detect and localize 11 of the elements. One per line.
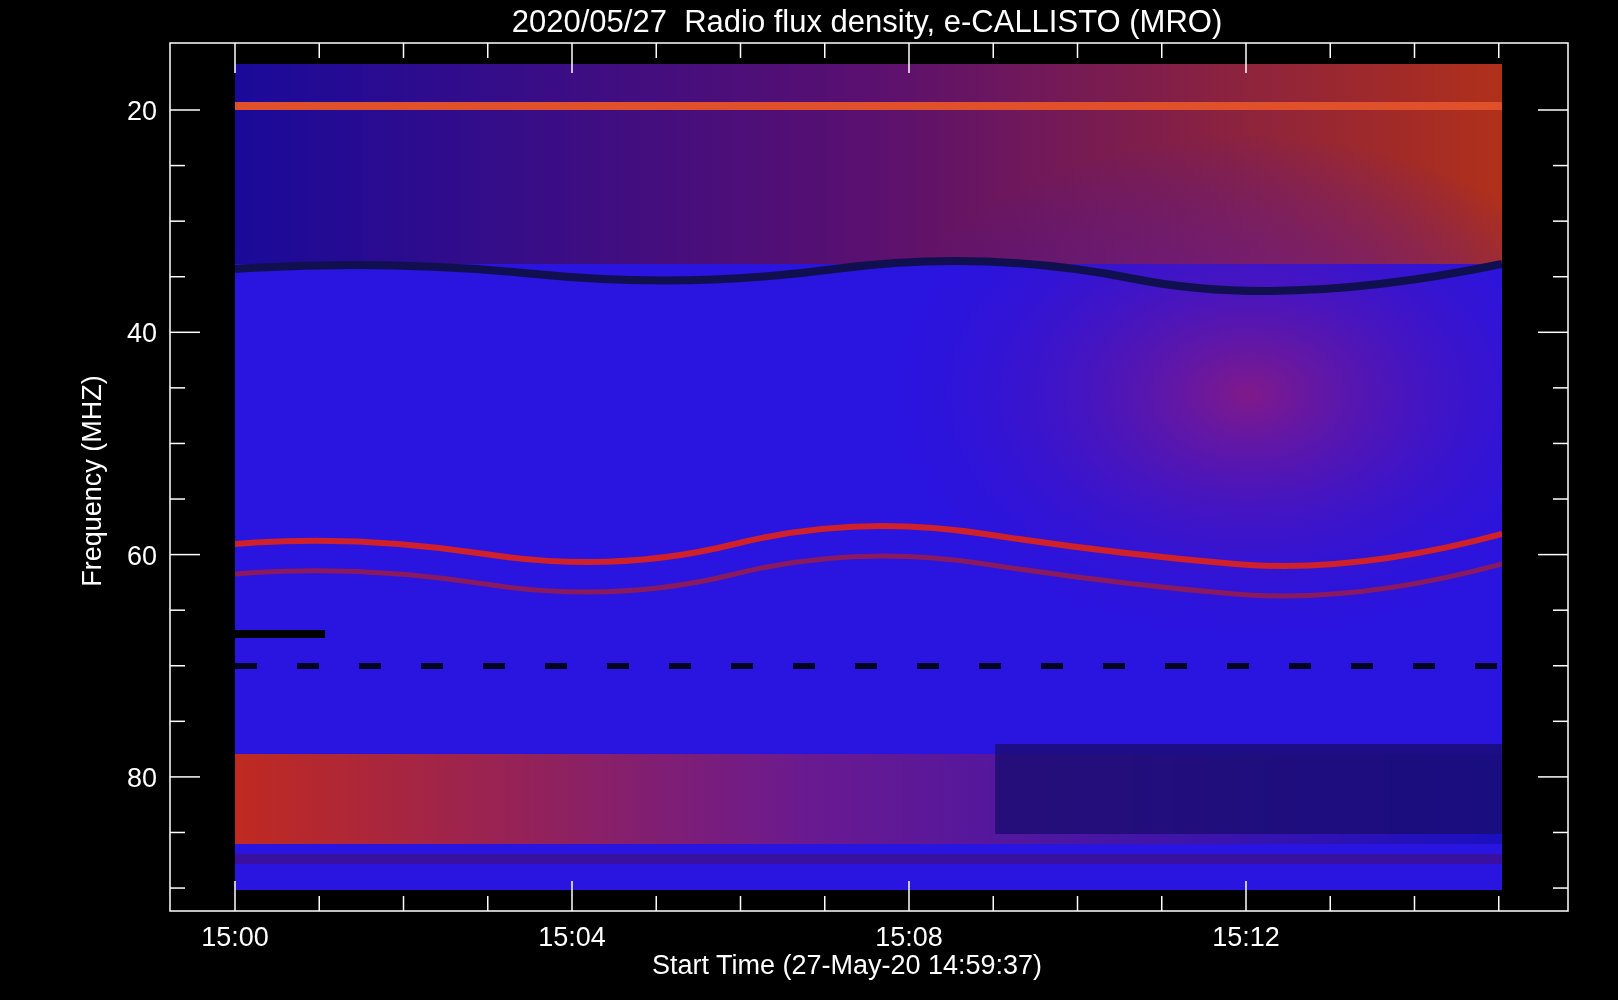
tick-label: 15:12 (1212, 922, 1280, 952)
axis-label: Start Time (27-May-20 14:59:37) (651, 950, 1043, 980)
axis-label: Frequency (MHZ) (77, 375, 107, 587)
tick-label: 20 (126, 96, 157, 126)
plot-title: 2020/05/27 Radio flux density, e-CALLISTO (MRO) (511, 4, 1223, 39)
tick-label: 80 (126, 762, 157, 793)
tick-label: 15:08 (875, 922, 943, 952)
tick-label: 15:00 (201, 922, 269, 952)
tick-label: 15:04 (538, 922, 606, 952)
tick-label: 40 (126, 318, 157, 349)
tick-label: 60 (126, 540, 157, 571)
